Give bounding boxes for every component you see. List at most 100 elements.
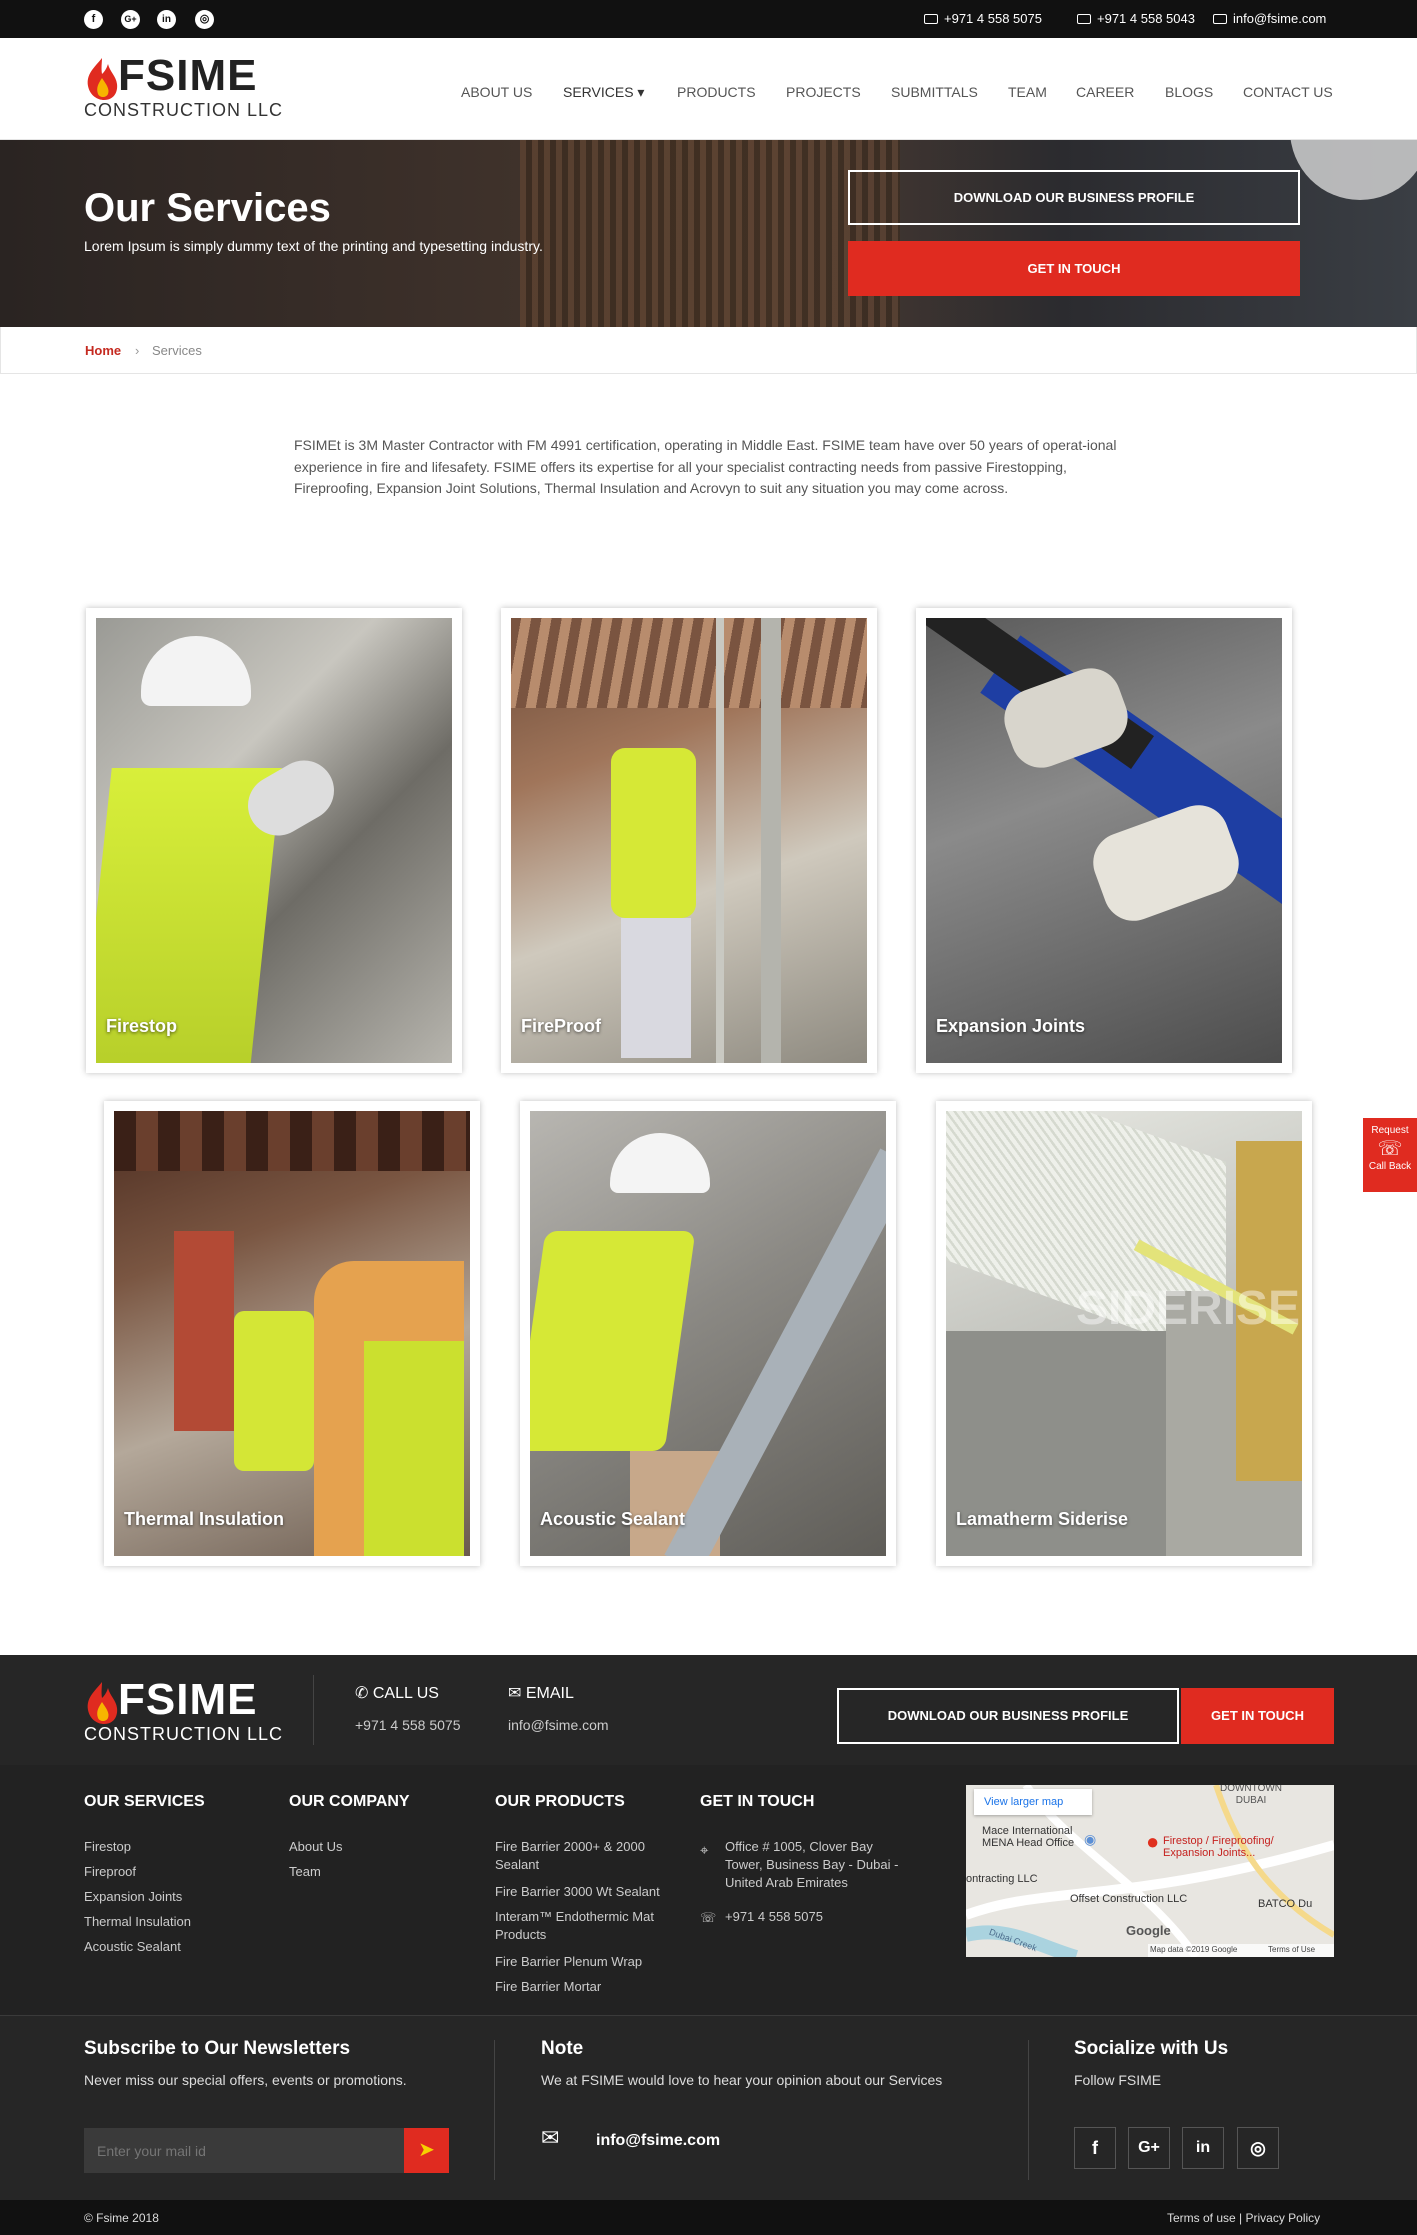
flame-icon <box>87 58 118 100</box>
hero-banner: Our Services Lorem Ipsum is simply dummy… <box>0 140 1417 327</box>
footer-touch-phone[interactable]: +971 4 558 5075 <box>725 1908 823 1926</box>
instagram-icon[interactable]: ◎ <box>1237 2127 1279 2169</box>
phone-icon <box>1077 14 1091 24</box>
page-title: Our Services <box>84 186 331 230</box>
google-logo: Google <box>1126 1923 1171 1938</box>
phone-2[interactable]: +971 4 558 5043 <box>1077 0 1195 38</box>
footer-email[interactable]: info@fsime.com <box>508 1716 609 1734</box>
footer-link-team[interactable]: Team <box>289 1863 321 1881</box>
hero-background-lamp <box>1290 140 1417 200</box>
service-card-acoustic-sealant[interactable]: Acoustic Sealant <box>520 1101 896 1566</box>
service-card-expansion-joints[interactable]: Expansion Joints <box>916 608 1292 1073</box>
logo[interactable]: FSIME CONSTRUCTION LLC <box>84 52 282 122</box>
instagram-icon[interactable]: ◎ <box>195 10 214 29</box>
footer-link-product-1[interactable]: Fire Barrier 2000+ & 2000 Sealant <box>495 1838 670 1874</box>
service-label: Lamatherm Siderise <box>956 1509 1129 1529</box>
footer-link-product-2[interactable]: Fire Barrier 3000 Wt Sealant <box>495 1883 670 1901</box>
map-pin-label: Firestop / Fireproofing/ Expansion Joint… <box>1163 1835 1274 1859</box>
legal-links[interactable]: Terms of use | Privacy Policy <box>1167 2209 1320 2227</box>
footer-logo[interactable]: FSIME CONSTRUCTION LLC <box>84 1675 282 1746</box>
footer-link-firestop[interactable]: Firestop <box>84 1838 131 1856</box>
linkedin-icon[interactable]: in <box>1182 2127 1224 2169</box>
map-data-credit: Map data ©2019 Google <box>1150 1945 1238 1954</box>
location-pin-icon: ⌖ <box>700 1842 709 1859</box>
brand-sub: CONSTRUCTION LLC <box>84 1724 284 1744</box>
newsletter-email-input[interactable] <box>84 2128 404 2173</box>
service-label: Expansion Joints <box>936 1016 1086 1036</box>
lamatherm-siderise-image: SIDERISE Lamatherm Siderise <box>946 1111 1302 1556</box>
nav-submittals[interactable]: SUBMITTALS <box>891 84 978 104</box>
footer-link-fireproof[interactable]: Fireproof <box>84 1863 136 1881</box>
footer-link-expansion[interactable]: Expansion Joints <box>84 1888 182 1906</box>
note-email[interactable]: info@fsime.com <box>596 2132 720 2150</box>
email-text: EMAIL <box>525 1685 574 1702</box>
thermal-insulation-image: Thermal Insulation <box>114 1111 470 1556</box>
map-downtown-label: DOWNTOWN DUBAI <box>1219 1785 1283 1806</box>
download-profile-button[interactable]: DOWNLOAD OUR BUSINESS PROFILE <box>848 170 1300 225</box>
top-email[interactable]: info@fsime.com <box>1213 0 1326 38</box>
flame-icon <box>87 1682 118 1724</box>
phone-1[interactable]: +971 4 558 5075 <box>924 0 1042 38</box>
map-pin-icon: ◉ <box>1084 1831 1097 1847</box>
phone-icon: ☏ <box>700 1910 717 1925</box>
footer-link-product-4[interactable]: Fire Barrier Plenum Wrap <box>495 1953 670 1971</box>
map-location-pin-icon: ● <box>1146 1829 1160 1854</box>
service-label: Thermal Insulation <box>124 1509 285 1529</box>
footer-link-thermal[interactable]: Thermal Insulation <box>84 1913 191 1931</box>
facebook-icon[interactable]: f <box>84 10 103 29</box>
google-plus-icon[interactable]: G+ <box>1128 2127 1170 2169</box>
get-in-touch-heading: GET IN TOUCH <box>700 1793 815 1810</box>
google-plus-icon[interactable]: G+ <box>121 10 140 29</box>
nav-services[interactable]: SERVICES ▾ <box>563 84 644 104</box>
footer-get-in-touch-button[interactable]: GET IN TOUCH <box>1181 1688 1334 1744</box>
nav-blogs[interactable]: BLOGS <box>1165 84 1213 104</box>
service-label: FireProof <box>521 1016 602 1036</box>
footer-link-acoustic[interactable]: Acoustic Sealant <box>84 1938 181 1956</box>
footer-link-about[interactable]: About Us <box>289 1838 342 1856</box>
footer-link-product-5[interactable]: Fire Barrier Mortar <box>495 1978 670 1996</box>
request-call-back-button[interactable]: Request ☏ Call Back <box>1363 1118 1417 1192</box>
divider <box>1028 2040 1029 2180</box>
service-card-firestop[interactable]: Firestop <box>86 608 462 1073</box>
send-icon[interactable]: ➤ <box>404 2128 449 2173</box>
facebook-icon[interactable]: f <box>1074 2127 1116 2169</box>
footer-phone[interactable]: +971 4 558 5075 <box>355 1716 461 1734</box>
nav-team[interactable]: TEAM <box>1008 84 1047 104</box>
siderise-watermark: SIDERISE <box>1076 1282 1301 1335</box>
copyright-text: © Fsime 2018 <box>84 2211 159 2225</box>
service-label: Firestop <box>106 1016 178 1036</box>
nav-contact[interactable]: CONTACT US <box>1243 84 1333 104</box>
service-card-thermal-insulation[interactable]: Thermal Insulation <box>104 1101 480 1566</box>
view-larger-map-link[interactable]: View larger map <box>984 1796 1063 1808</box>
nav-about[interactable]: ABOUT US <box>461 84 532 104</box>
note-text: We at FSIME would love to hear your opin… <box>541 2072 943 2088</box>
expansion-joints-image: Expansion Joints <box>926 618 1282 1063</box>
brand-name: FSIME <box>118 1675 258 1724</box>
breadcrumb-separator: › <box>135 343 140 358</box>
map-terms-link[interactable]: Terms of Use <box>1268 1945 1315 1954</box>
footer-download-profile-button[interactable]: DOWNLOAD OUR BUSINESS PROFILE <box>837 1688 1179 1744</box>
breadcrumb-home[interactable]: Home <box>85 343 121 358</box>
mail-icon: ✉ <box>541 2125 560 2150</box>
nav-products[interactable]: PRODUCTS <box>677 84 756 104</box>
map-office-label: Mace International MENA Head Office <box>982 1825 1075 1849</box>
hero-background-slats <box>520 140 900 327</box>
linkedin-icon[interactable]: in <box>157 10 176 29</box>
get-in-touch-button[interactable]: GET IN TOUCH <box>848 241 1300 296</box>
map-batco-label: BATCO Du <box>1258 1898 1313 1910</box>
nav-career[interactable]: CAREER <box>1076 84 1134 104</box>
service-card-fireproof[interactable]: FireProof <box>501 608 877 1073</box>
call-us-label: ✆ CALL US <box>355 1685 439 1703</box>
our-services-heading: OUR SERVICES <box>84 1793 205 1810</box>
nav-projects[interactable]: PROJECTS <box>786 84 861 104</box>
service-label: Acoustic Sealant <box>540 1509 686 1529</box>
footer-link-product-3[interactable]: Interam™ Endothermic Mat Products <box>495 1908 670 1944</box>
request-label: Request <box>1371 1125 1409 1136</box>
phone-icon: ✆ <box>355 1685 373 1702</box>
acoustic-sealant-image: Acoustic Sealant <box>530 1111 886 1556</box>
socialize-heading: Socialize with Us <box>1074 2038 1229 2059</box>
firestop-image: Firestop <box>96 618 452 1063</box>
service-card-lamatherm-siderise[interactable]: SIDERISE Lamatherm Siderise <box>936 1101 1312 1566</box>
location-map[interactable]: View larger map DOWNTOWN DUBAI Mace Inte… <box>966 1785 1334 1957</box>
phone-1-text: +971 4 558 5075 <box>944 11 1042 26</box>
